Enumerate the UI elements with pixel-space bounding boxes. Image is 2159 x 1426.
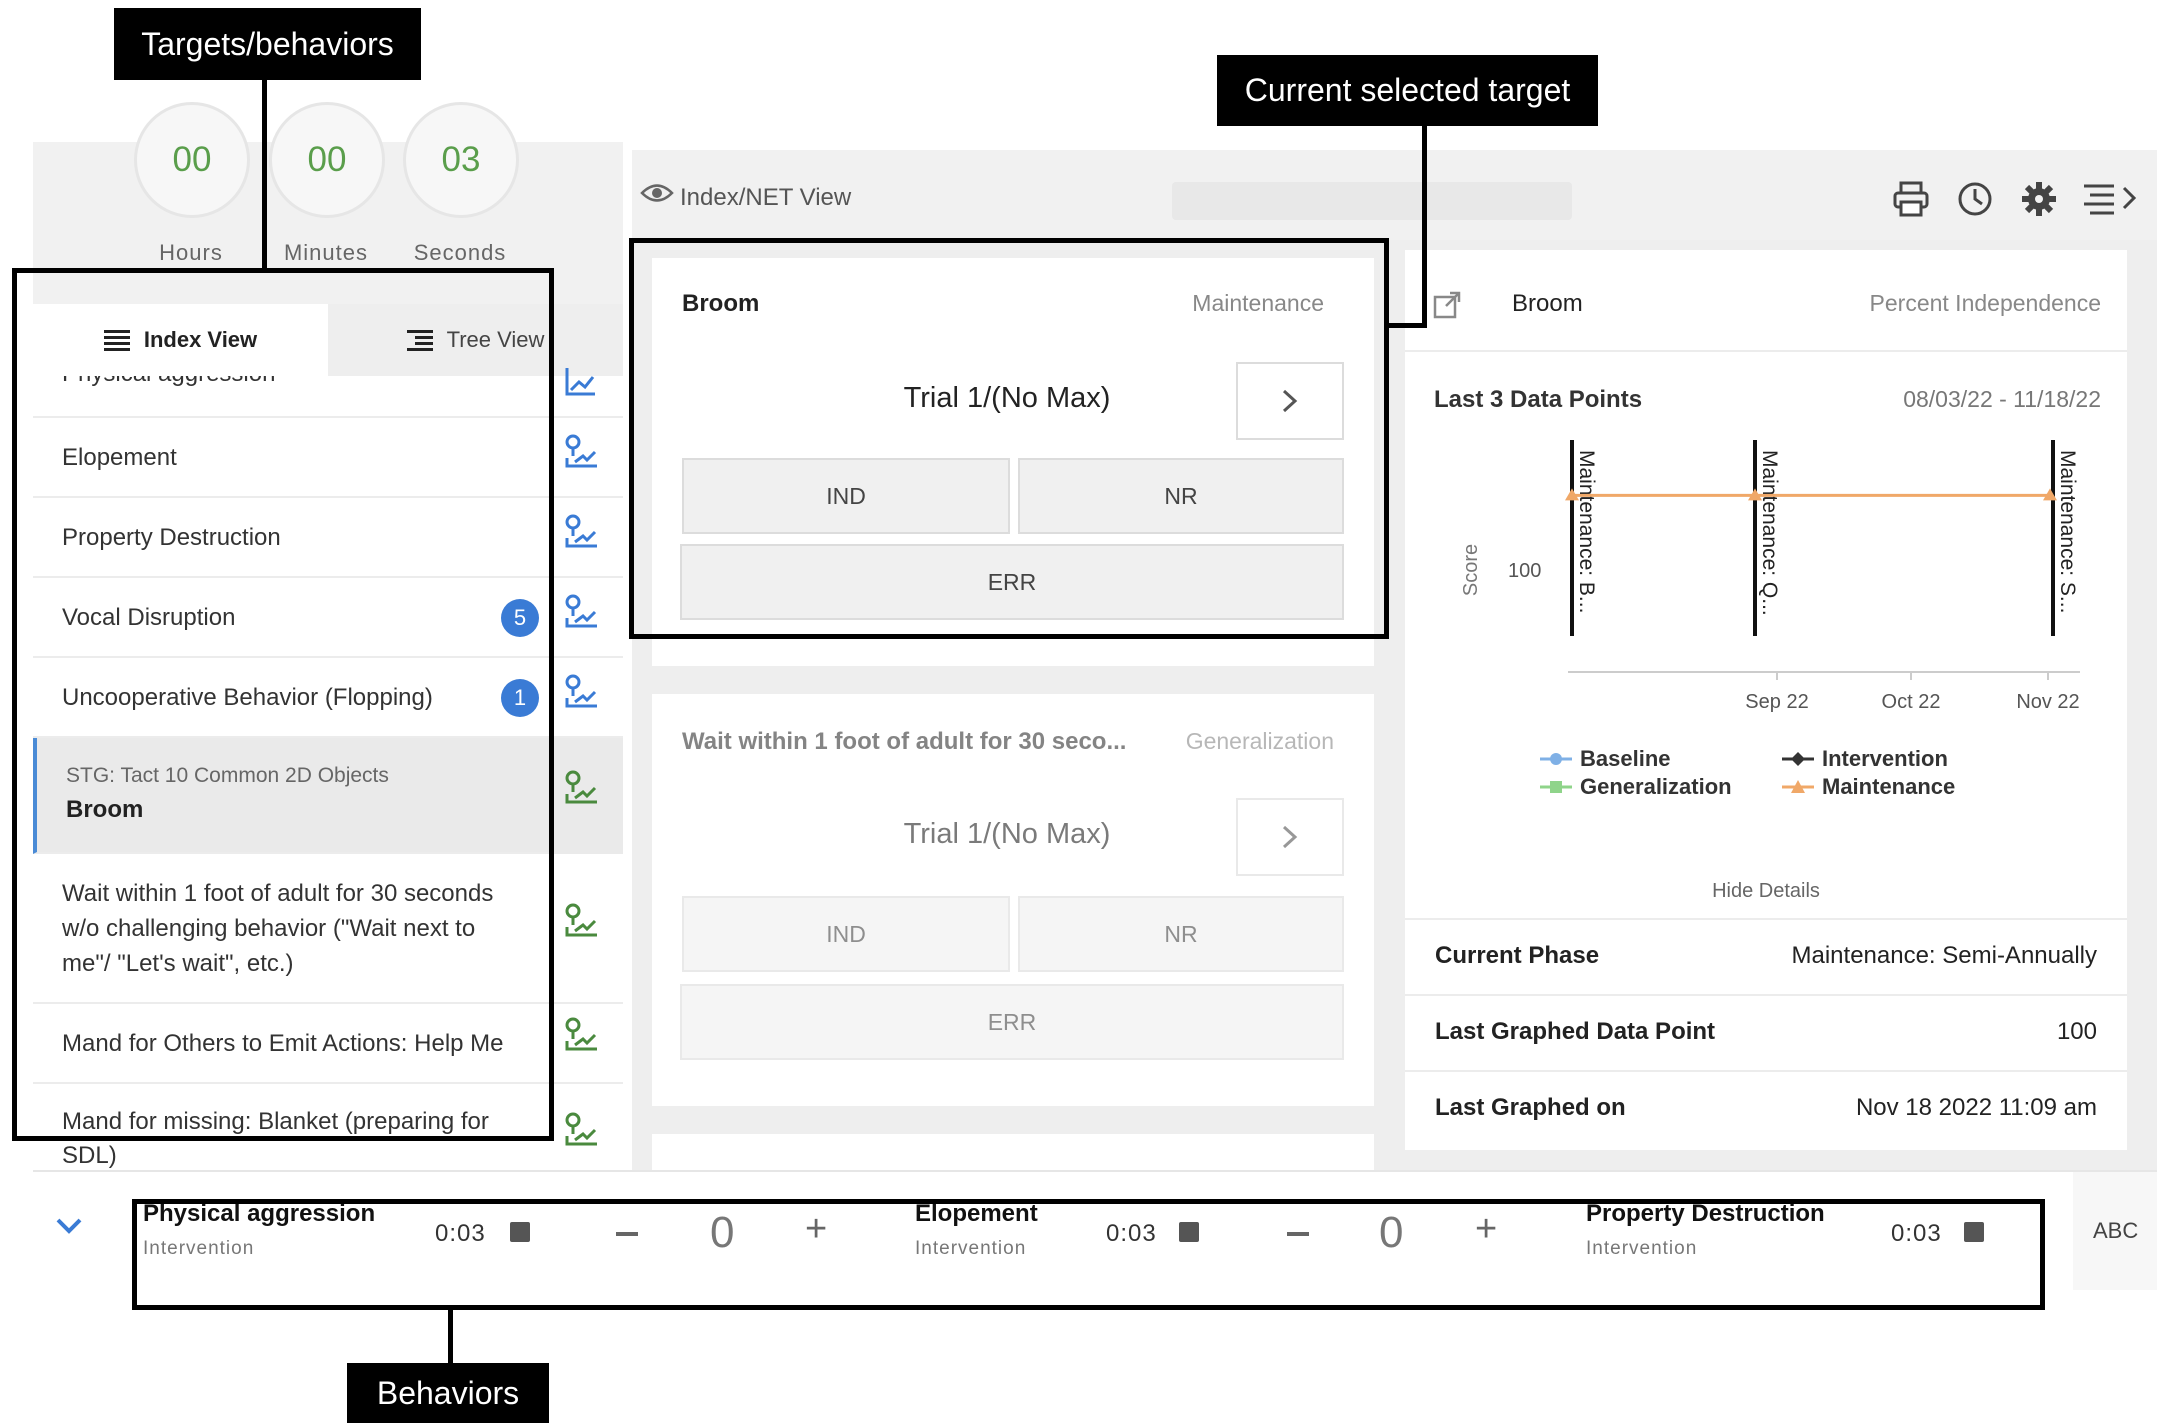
y-tick-label: 100 (1508, 560, 1541, 582)
chevron-right-icon (1282, 825, 1298, 849)
x-ticks: Sep 22 Oct 22 Nov 22 (1745, 672, 2080, 713)
target-card: Wait within 1 foot of adult for 30 seco.… (652, 694, 1374, 1106)
details-metric: Percent Independence (1869, 290, 2101, 316)
legend-label: Maintenance (1822, 774, 1956, 799)
hide-details-link[interactable]: Hide Details (1405, 880, 2127, 903)
x-tick-label: Nov 22 (2016, 691, 2079, 713)
view-title: Index/NET View (680, 184, 852, 211)
phase-line-label: Maintenance: B... (1575, 450, 1598, 613)
minutes-label: Minutes (283, 240, 369, 265)
target-card-partial (652, 1134, 1374, 1170)
nr-button[interactable]: NR (1018, 896, 1344, 972)
history-icon[interactable] (1956, 180, 1994, 218)
chart-legend: Baseline Intervention Generalization Mai… (1540, 746, 2040, 806)
eye-icon (640, 184, 674, 202)
next-trial-button[interactable] (1236, 798, 1344, 876)
connector-line (448, 1308, 453, 1366)
connector-line (262, 78, 267, 270)
phase-lines: Maintenance: B... Maintenance: Q... Mainte… (1570, 440, 2079, 636)
hours-label: Hours (159, 240, 223, 265)
menu-collapse-icon[interactable] (2082, 182, 2140, 216)
phase-line-label: Maintenance: S... (2056, 450, 2079, 613)
graph-icon[interactable] (561, 512, 599, 550)
y-axis-label: Score (1460, 544, 1482, 596)
minutes-value: 00 (307, 140, 347, 179)
chevron-down-icon[interactable] (55, 1216, 83, 1236)
legend-marker (1782, 752, 1814, 766)
detail-row: Current Phase Maintenance: Semi-Annually (1405, 918, 2127, 994)
detail-label: Last Graphed Data Point (1435, 1018, 1716, 1045)
card-phase: Generalization (1185, 728, 1334, 754)
series-layer (1565, 488, 2057, 501)
graph-icon[interactable] (561, 672, 599, 710)
annotation-targets: Targets/behaviors (114, 8, 421, 80)
view-header: Index/NET View (632, 150, 2157, 240)
detail-row: Last Graphed Data Point 100 (1405, 994, 2127, 1070)
legend-marker (1540, 753, 1572, 765)
detail-label: Current Phase (1435, 942, 1600, 969)
seconds-value: 03 (441, 140, 481, 179)
behaviors-frame (132, 1199, 2045, 1310)
card-content: Wait within 1 foot of adult for 30 seco.… (652, 694, 1374, 1106)
x-tick-label: Oct 22 (1882, 691, 1941, 713)
details-title: Broom (1512, 290, 1583, 317)
phase-line-label: Maintenance: Q... (1758, 450, 1781, 616)
legend-item: Maintenance (1782, 774, 1955, 800)
graph-icon[interactable] (561, 1110, 599, 1148)
detail-value: 100 (2056, 1018, 2097, 1045)
x-tick-label: Sep 22 (1745, 691, 1808, 713)
abc-button[interactable]: ABC (2093, 1218, 2138, 1244)
detail-value: Nov 18 2022 11:09 am (1855, 1094, 2097, 1121)
targets-frame (12, 268, 554, 1141)
detail-label: Last Graphed on (1435, 1094, 1626, 1121)
hours-circle: 00 (134, 102, 250, 218)
annotation-behaviors: Behaviors (347, 1363, 549, 1423)
legend-marker (1540, 781, 1572, 793)
legend-item: Baseline (1540, 746, 1671, 772)
external-link-icon[interactable] (1432, 290, 1462, 320)
current-target-frame (629, 238, 1389, 639)
connector-line (1422, 120, 1427, 328)
gear-icon[interactable] (2020, 180, 2058, 218)
graph-icon[interactable] (561, 362, 599, 400)
hours-value: 00 (172, 140, 212, 179)
ind-button[interactable]: IND (682, 896, 1010, 972)
detail-row: Last Graphed on Nov 18 2022 11:09 am (1405, 1070, 2127, 1146)
print-icon[interactable] (1892, 180, 1930, 218)
list-item-line-2: SDL) (62, 1142, 117, 1169)
header-placeholder (1172, 182, 1572, 220)
minutes-circle: 00 (269, 102, 385, 218)
divider (1405, 350, 2127, 352)
graph-icon[interactable] (561, 432, 599, 470)
seconds-label: Seconds (413, 240, 507, 265)
graph-icon-column (555, 368, 623, 1170)
connector-line (1389, 323, 1427, 328)
detail-value: Maintenance: Semi-Annually (1791, 942, 2098, 969)
date-range: 08/03/22 - 11/18/22 (1903, 386, 2101, 412)
annotation-current-target: Current selected target (1217, 55, 1598, 126)
graph-icon[interactable] (561, 1015, 599, 1053)
graph-icon[interactable] (561, 592, 599, 630)
legend-item: Intervention (1782, 746, 1948, 772)
err-button[interactable]: ERR (680, 984, 1344, 1060)
seconds-circle: 03 (403, 102, 519, 218)
graph-icon[interactable] (561, 768, 599, 806)
graph-icon[interactable] (561, 901, 599, 939)
card-title: Wait within 1 foot of adult for 30 seco.… (682, 728, 1127, 755)
legend-item: Generalization (1540, 774, 1732, 800)
legend-marker (1782, 780, 1814, 793)
legend-label: Intervention (1822, 746, 1948, 771)
legend-label: Baseline (1580, 746, 1671, 771)
legend-label: Generalization (1580, 774, 1732, 799)
last-3-label: Last 3 Data Points (1434, 386, 1643, 413)
